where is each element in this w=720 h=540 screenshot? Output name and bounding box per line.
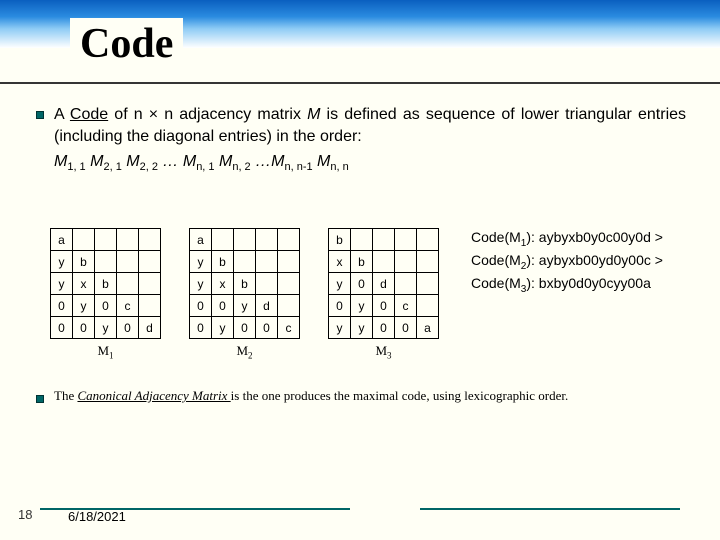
bullet-icon — [36, 111, 44, 119]
matrix-2-label: M2 — [236, 343, 252, 361]
sequence: M1, 1 M2, 1 M2, 2 … Mn, 1 Mn, 2 …Mn, n-1… — [54, 153, 686, 173]
code-list: Code(M1): aybyxb0y0c00y0d > Code(M2): ay… — [471, 228, 663, 296]
code-keyword: Code — [70, 106, 108, 123]
page-number: 18 — [18, 507, 32, 522]
footer-date: 6/18/2021 — [68, 509, 126, 524]
bullet-item-2: The Canonical Adjacency Matrix is the on… — [36, 388, 684, 404]
matrix-3: b xb y0d 0y0c yy00a M3 — [328, 228, 439, 361]
title-rule — [0, 82, 720, 84]
code-line-2: Code(M2): aybyxb00yd0y00c > — [471, 251, 663, 274]
footer-rule-right — [420, 508, 680, 510]
title-container: Code — [70, 18, 183, 74]
page-title: Code — [80, 20, 173, 68]
matrix-3-label: M3 — [375, 343, 391, 361]
matrix-2-table: a yb yxb 00yd 0y00c — [189, 228, 300, 339]
note-text: The Canonical Adjacency Matrix is the on… — [54, 388, 568, 404]
bullet-icon — [36, 395, 44, 403]
main-content: A Code of n × n adjacency matrix M is de… — [36, 104, 686, 173]
code-line-3: Code(M3): bxby0d0y0cyy00a — [471, 274, 663, 297]
matrix-1-table: a yb yxb 0y0c 00y0d — [50, 228, 161, 339]
matrix-2: a yb yxb 00yd 0y00c M2 — [189, 228, 300, 361]
code-line-1: Code(M1): aybyxb0y0c00y0d > — [471, 228, 663, 251]
matrix-3-table: b xb y0d 0y0c yy00a — [328, 228, 439, 339]
matrix-1: a yb yxb 0y0c 00y0d M1 — [50, 228, 161, 361]
matrices-row: a yb yxb 0y0c 00y0d M1 a yb yxb 00yd 0y0… — [50, 228, 663, 361]
definition-text: A Code of n × n adjacency matrix M is de… — [54, 104, 686, 147]
matrix-1-label: M1 — [97, 343, 113, 361]
bullet-item-1: A Code of n × n adjacency matrix M is de… — [36, 104, 686, 173]
